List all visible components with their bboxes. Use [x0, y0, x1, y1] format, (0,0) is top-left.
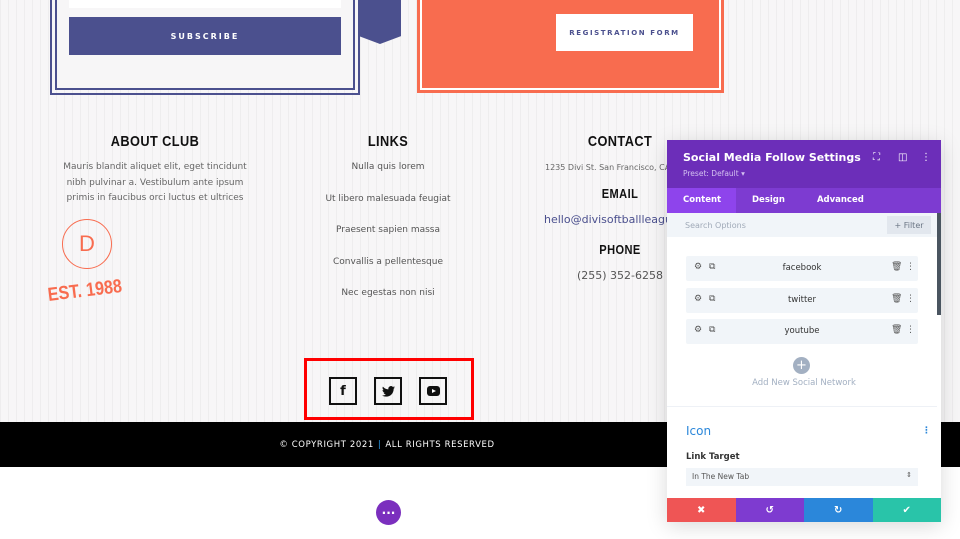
contact-email[interactable]: hello@divisoftballleague [544, 213, 679, 226]
preset-dropdown[interactable]: Preset: Default ▾ [683, 169, 745, 178]
select-arrows-icon: ⇕ [906, 471, 912, 479]
add-network-button[interactable]: + [793, 357, 810, 374]
section-title-icon[interactable]: Icon [686, 424, 711, 438]
youtube-icon[interactable] [419, 377, 447, 405]
club-logo: D [62, 219, 112, 269]
contact-address: 1235 Divi St. San Francisco, CA [545, 163, 671, 172]
panel-tabs: Content Design Advanced [667, 188, 941, 213]
trash-icon[interactable]: 🗑 [891, 262, 902, 272]
undo-button[interactable]: ↺ [735, 498, 804, 522]
more-vert-icon[interactable]: ⋮ [906, 262, 915, 272]
about-heading: ABOUT CLUB [110, 133, 200, 150]
separator: | [377, 439, 382, 450]
scrollbar[interactable] [937, 213, 941, 315]
network-item-youtube[interactable]: ⚙ ⧉ youtube 🗑 ⋮ [686, 319, 918, 344]
copyright-text: © COPYRIGHT 2021 [279, 439, 374, 450]
about-text: Mauris blandit aliquet elit, eget tincid… [63, 162, 247, 203]
more-vert-icon[interactable]: ⋮ [906, 325, 915, 335]
footer-link[interactable]: Nulla quis lorem [288, 162, 488, 172]
tab-content[interactable]: Content [667, 188, 736, 213]
link-target-label: Link Target [686, 452, 740, 462]
link-target-select[interactable]: In The New Tab ⇕ [686, 468, 918, 486]
links-heading: LINKS [367, 133, 409, 150]
footer-link[interactable]: Nec egestas non nisi [288, 288, 488, 298]
more-vert-icon[interactable]: ⋮ [921, 152, 931, 163]
network-item-facebook[interactable]: ⚙ ⧉ facebook 🗑 ⋮ [686, 256, 918, 281]
panel-title: Social Media Follow Settings [683, 151, 861, 164]
tab-design[interactable]: Design [736, 188, 801, 213]
cancel-button[interactable]: ✖ [667, 498, 736, 522]
save-button[interactable]: ✔ [872, 498, 941, 522]
search-options-input[interactable]: Search Options + Filter [667, 213, 937, 237]
settings-panel: Social Media Follow Settings Preset: Def… [667, 140, 941, 522]
more-options-button[interactable]: ··· [376, 500, 401, 525]
panel-header: Social Media Follow Settings Preset: Def… [667, 140, 941, 188]
facebook-icon[interactable]: f [329, 377, 357, 405]
divider [667, 406, 937, 407]
more-vert-icon[interactable]: ⋮ [906, 294, 915, 304]
filter-button[interactable]: + Filter [887, 216, 931, 234]
footer-link[interactable]: Ut libero malesuada feugiat [288, 194, 488, 204]
twitter-icon[interactable] [374, 377, 402, 405]
network-label: facebook [782, 263, 822, 273]
registration-form-button[interactable]: REGISTRATION FORM [556, 14, 693, 51]
section-more-icon[interactable]: ⋮ [922, 426, 931, 436]
network-item-twitter[interactable]: ⚙ ⧉ twitter 🗑 ⋮ [686, 288, 918, 313]
search-placeholder: Search Options [685, 221, 746, 230]
network-label: youtube [784, 326, 820, 336]
arrow-decoration [359, 0, 401, 44]
network-label: twitter [787, 295, 817, 305]
redo-button[interactable]: ↻ [804, 498, 873, 522]
link-target-value: In The New Tab [692, 472, 750, 481]
trash-icon[interactable]: 🗑 [891, 294, 902, 304]
fullscreen-icon[interactable]: ⛶ [873, 152, 880, 163]
action-bar: ✖ ↺ ↻ ✔ [667, 498, 941, 522]
footer-link[interactable]: Convallis a pellentesque [288, 257, 488, 267]
add-network-label[interactable]: Add New Social Network [667, 378, 941, 388]
rights-text: ALL RIGHTS RESERVED [385, 439, 495, 450]
footer-link[interactable]: Praesent sapien massa [288, 225, 488, 235]
sidebar-toggle-icon[interactable]: ◫ [898, 152, 907, 163]
subscribe-button[interactable]: SUBSCRIBE [69, 17, 341, 55]
trash-icon[interactable]: 🗑 [891, 325, 902, 335]
email-input-field[interactable] [69, 0, 341, 8]
tab-advanced[interactable]: Advanced [801, 188, 880, 213]
